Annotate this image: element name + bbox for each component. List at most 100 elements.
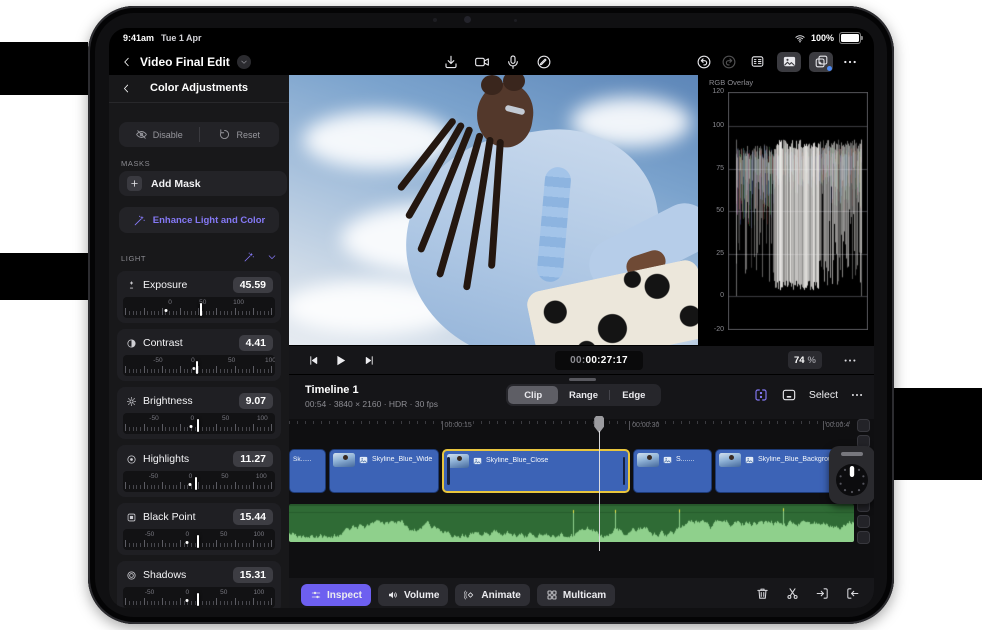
viewer-zoom-button[interactable]: 74 % — [788, 351, 822, 369]
inspect-button[interactable]: Inspect — [301, 584, 371, 606]
light-sliders: Exposure 45.59 050100 Contrast 4.41 -50050100… — [109, 271, 289, 608]
slider-card-shadows[interactable]: Shadows15.31-50050100 — [117, 561, 281, 608]
add-mask-label: Add Mask — [151, 178, 201, 190]
disable-button[interactable]: Disable — [119, 122, 199, 147]
delete-icon[interactable] — [755, 586, 770, 601]
redo-button[interactable] — [720, 53, 737, 70]
reset-label: Reset — [236, 130, 260, 140]
record-voiceover-icon[interactable] — [505, 54, 521, 70]
timeline-clip[interactable]: Skyline_Blue_Close — [442, 449, 630, 493]
timeline-clip[interactable]: Skyline_Blue_Wide — [329, 449, 439, 493]
media-browser-button[interactable] — [777, 52, 801, 72]
slider-label: Contrast — [143, 337, 233, 349]
blade-split-icon[interactable] — [785, 586, 800, 601]
edit-mode-segmented-control: ClipRangeEdge — [506, 384, 661, 406]
slider-value[interactable]: 11.27 — [233, 451, 273, 467]
light-collapse-icon[interactable] — [267, 252, 277, 262]
slider-value[interactable]: 45.59 — [233, 277, 273, 293]
project-title[interactable]: Video Final Edit — [140, 55, 230, 69]
enhance-light-color-button[interactable]: Enhance Light and Color — [119, 207, 279, 233]
scope-axis-label: 120 — [702, 88, 724, 95]
slider-value[interactable]: 9.07 — [239, 393, 273, 409]
timeline-mode-range[interactable]: Range — [558, 386, 608, 404]
battery-percent: 100% — [811, 33, 834, 43]
dial-grab-bar[interactable] — [841, 452, 863, 456]
shadows-icon — [126, 570, 137, 581]
slider-handle[interactable] — [196, 361, 198, 374]
light-auto-wand-icon[interactable] — [243, 251, 255, 263]
reset-button[interactable]: Reset — [200, 122, 280, 147]
button-label: Volume — [404, 590, 439, 601]
media-browser-icon — [782, 54, 797, 69]
live-drawing-icon[interactable] — [536, 54, 552, 70]
slider-label: Exposure — [143, 279, 227, 291]
slider-ruler-highlights[interactable]: -50050100 — [123, 471, 275, 492]
undo-icon — [696, 54, 712, 70]
audio-track-waveform[interactable] — [289, 504, 854, 542]
chevron-down-icon — [240, 58, 248, 66]
slider-value[interactable]: 15.44 — [233, 509, 273, 525]
animate-button[interactable]: Animate — [455, 584, 529, 606]
effects-browser-button[interactable] — [809, 52, 833, 72]
trim-handle-left[interactable] — [447, 457, 450, 485]
scrollbar-segment[interactable] — [857, 419, 870, 432]
timeline-mode-edge[interactable]: Edge — [609, 386, 659, 404]
project-menu-button[interactable] — [237, 55, 251, 69]
next-frame-button[interactable] — [363, 354, 376, 367]
timecode-display: 00:00:27:17 — [555, 351, 643, 370]
inspector-button[interactable] — [745, 52, 769, 72]
clip-thumbnail — [447, 454, 469, 468]
slider-handle[interactable] — [197, 535, 199, 548]
undo-button[interactable] — [695, 53, 712, 70]
ipad-device-frame: 9:41am Tue 1 Apr 100% Video Final Edit — [88, 6, 894, 624]
slider-ruler-exposure[interactable]: 050100 — [123, 297, 275, 318]
magnetic-timeline-icon[interactable] — [753, 387, 769, 403]
inspector-icon — [750, 54, 765, 69]
slider-handle[interactable] — [197, 593, 199, 606]
slider-label: Brightness — [143, 395, 233, 407]
slider-value[interactable]: 4.41 — [239, 335, 273, 351]
button-label: Multicam — [563, 590, 606, 601]
play-button[interactable] — [333, 353, 348, 368]
scope-title: RGB Overlay — [709, 78, 753, 87]
trim-handle-right[interactable] — [623, 457, 626, 485]
viewer-more-icon[interactable] — [842, 353, 858, 368]
light-section-label: LIGHT — [121, 254, 146, 263]
wifi-icon — [794, 33, 806, 44]
slider-card-highlights[interactable]: Highlights11.27-50050100 — [117, 445, 281, 497]
import-media-icon[interactable] — [443, 54, 459, 70]
slider-handle[interactable] — [197, 419, 199, 432]
back-icon[interactable] — [121, 56, 133, 68]
slider-card-contrast[interactable]: Contrast 4.41 -50050100 — [117, 329, 281, 381]
slider-ruler-brightness[interactable]: -50050100 — [123, 413, 275, 434]
photo-icon — [472, 456, 483, 466]
previous-frame-button[interactable] — [307, 354, 320, 367]
multicam-button[interactable]: Multicam — [537, 584, 615, 606]
more-button[interactable] — [841, 53, 858, 70]
animate-icon — [464, 589, 476, 601]
timeline-clip[interactable]: S....... — [633, 449, 712, 493]
volume-button[interactable]: Volume — [378, 584, 448, 606]
precision-dial[interactable] — [829, 446, 874, 504]
insert-clip-icon[interactable] — [815, 586, 830, 601]
slider-card-exposure[interactable]: Exposure 45.59 050100 — [117, 271, 281, 323]
timeline-drag-handle[interactable] — [569, 378, 596, 381]
timeline-mode-clip[interactable]: Clip — [508, 386, 558, 404]
slider-handle[interactable] — [200, 303, 202, 316]
timeline-ruler[interactable]: 00:00:1500:00:3000:00:4 — [289, 419, 854, 435]
scrollbar-segment[interactable] — [857, 531, 870, 544]
scrollbar-segment[interactable] — [857, 515, 870, 528]
add-mask-button[interactable]: Add Mask — [119, 171, 287, 196]
slider-card-black-point[interactable]: Black Point15.44-50050100 — [117, 503, 281, 555]
slider-ruler-shadows[interactable]: -50050100 — [123, 587, 275, 608]
timeline-clip[interactable]: Sk...... — [289, 449, 326, 493]
slider-card-brightness[interactable]: Brightness 9.07 -50050100 — [117, 387, 281, 439]
record-video-icon[interactable] — [474, 54, 490, 70]
slider-ruler-black-point[interactable]: -50050100 — [123, 529, 275, 550]
slider-value[interactable]: 15.31 — [233, 567, 273, 583]
slider-handle[interactable] — [195, 477, 197, 490]
select-button[interactable]: Select — [809, 389, 838, 401]
clip-appearance-icon[interactable] — [781, 387, 797, 403]
timeline-more-icon[interactable] — [850, 388, 864, 402]
slider-ruler-contrast[interactable]: -50050100 — [123, 355, 275, 376]
